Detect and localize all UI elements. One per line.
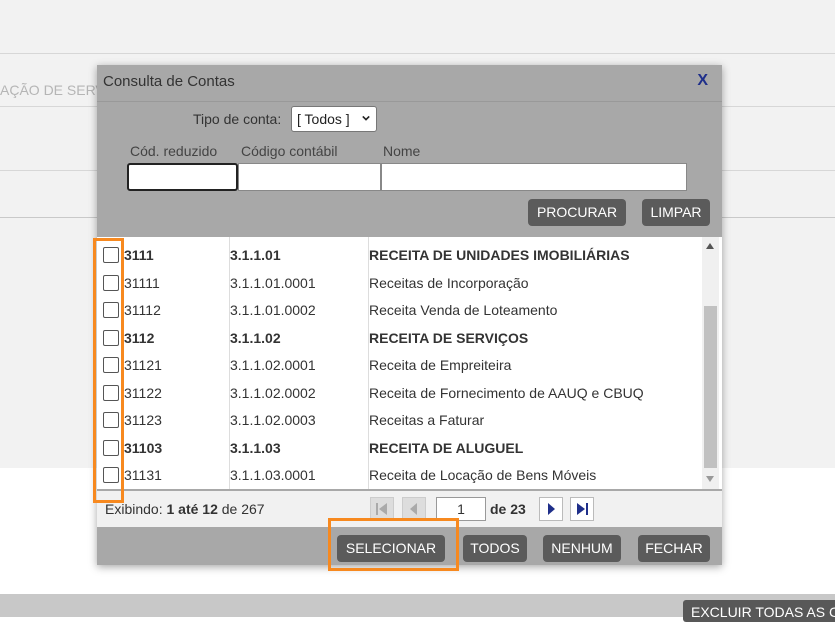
list-item[interactable]: 31122 3.1.1.02.0002 Receita de Forneciment… (97, 380, 697, 407)
row-checkbox[interactable] (103, 329, 119, 346)
search-button[interactable]: PROCURAR (528, 199, 626, 226)
first-page-button[interactable] (370, 497, 394, 521)
row-checkbox[interactable] (103, 302, 119, 318)
codigo-contabil-input[interactable] (238, 163, 381, 191)
divider (0, 53, 835, 54)
row-nome: Receitas de Incorporação (369, 274, 529, 291)
scroll-up-icon[interactable] (706, 243, 714, 249)
row-cod-reduzido: 31111 (124, 274, 160, 291)
row-codigo-contabil: 3.1.1.02.0002 (230, 384, 316, 401)
background-field-text: AÇÃO DE SERV (0, 82, 105, 98)
row-codigo-contabil: 3.1.1.03.0001 (230, 467, 316, 483)
row-codigo-contabil: 3.1.1.02.0003 (230, 412, 316, 428)
row-nome: Receita Venda de Loteamento (369, 302, 558, 318)
pagination-bar: Exibindo: 1 até 12 de 267 1 de 23 (97, 491, 722, 527)
codigo-contabil-label: Código contábil (241, 143, 338, 159)
prev-page-icon (410, 503, 417, 515)
close-icon[interactable]: X (697, 72, 708, 90)
last-page-button[interactable] (570, 497, 594, 521)
row-cod-reduzido: 3111 (124, 247, 154, 263)
row-nome: Receita de Empreiteira (369, 357, 512, 373)
next-page-icon (548, 503, 555, 515)
row-checkbox[interactable] (103, 247, 119, 263)
list-item[interactable]: 31103 3.1.1.03 RECEITA DE ALUGUEL (97, 435, 697, 462)
close-button[interactable]: FECHAR (638, 535, 710, 562)
account-lookup-dialog: Consulta de Contas X Tipo de conta: [ To… (97, 65, 722, 565)
select-none-button[interactable]: NENHUM (543, 535, 621, 562)
select-button[interactable]: SELECIONAR (337, 535, 445, 562)
row-checkbox[interactable] (103, 439, 119, 456)
page-count: de 23 (490, 501, 526, 517)
row-checkbox[interactable] (103, 384, 119, 401)
row-nome: RECEITA DE ALUGUEL (369, 439, 524, 456)
cod-reduzido-label: Cód. reduzido (130, 143, 218, 159)
records-summary: Exibindo: 1 até 12 de 267 (105, 501, 265, 517)
page-input[interactable]: 1 (436, 497, 486, 521)
row-nome: Receita de Locação de Bens Móveis (369, 467, 597, 483)
results-list: 3111 3.1.1.01 RECEITA DE UNIDADES IMOBILIÁ… (97, 237, 722, 489)
prev-page-button[interactable] (402, 497, 426, 521)
row-cod-reduzido: 31122 (124, 384, 162, 401)
row-checkbox[interactable] (103, 357, 119, 373)
dialog-title: Consulta de Contas (103, 73, 235, 90)
row-codigo-contabil: 3.1.1.02 (230, 329, 281, 346)
first-page-icon (376, 503, 387, 515)
row-checkbox[interactable] (103, 274, 119, 291)
row-cod-reduzido: 31123 (124, 412, 162, 428)
row-codigo-contabil: 3.1.1.01.0002 (230, 302, 316, 318)
account-type-select[interactable]: [ Todos ] (291, 106, 377, 132)
row-cod-reduzido: 31131 (124, 467, 162, 483)
list-item[interactable]: 31131 3.1.1.03.0001 Receita de Locação de … (97, 462, 697, 489)
last-page-icon (577, 503, 588, 515)
cod-reduzido-input[interactable] (127, 163, 238, 191)
scroll-down-icon[interactable] (706, 476, 714, 482)
row-codigo-contabil: 3.1.1.03 (230, 439, 281, 456)
row-codigo-contabil: 3.1.1.01 (230, 247, 281, 263)
row-nome: RECEITA DE UNIDADES IMOBILIÁRIAS (369, 247, 630, 263)
account-type-value: [ Todos ] (297, 111, 350, 127)
chevron-down-icon (362, 115, 370, 121)
select-all-button[interactable]: TODOS (463, 535, 527, 562)
list-item[interactable]: 3112 3.1.1.02 RECEITA DE SERVIÇOS (97, 325, 697, 352)
list-item[interactable]: 31121 3.1.1.02.0001 Receita de Empreiteira (97, 352, 697, 379)
row-cod-reduzido: 31112 (124, 302, 161, 318)
row-cod-reduzido: 31121 (124, 357, 162, 373)
nome-input[interactable] (381, 163, 687, 191)
scrollbar[interactable] (702, 237, 719, 489)
row-nome: RECEITA DE SERVIÇOS (369, 329, 529, 346)
scroll-thumb[interactable] (704, 306, 717, 468)
row-cod-reduzido: 3112 (124, 329, 155, 346)
list-item[interactable]: 3111 3.1.1.01 RECEITA DE UNIDADES IMOBILIÁ… (97, 242, 697, 269)
clear-button[interactable]: LIMPAR (642, 199, 710, 226)
delete-all-button[interactable]: EXCLUIR TODAS AS C (683, 600, 835, 622)
row-checkbox[interactable] (103, 467, 119, 483)
row-cod-reduzido: 31103 (124, 439, 163, 456)
nome-label: Nome (383, 143, 421, 159)
row-codigo-contabil: 3.1.1.02.0001 (230, 357, 316, 373)
list-item[interactable]: 31112 3.1.1.01.0002 Receita Venda de Lotea… (97, 297, 697, 324)
title-divider (97, 101, 722, 102)
row-checkbox[interactable] (103, 412, 119, 428)
row-nome: Receitas a Faturar (369, 412, 485, 428)
row-codigo-contabil: 3.1.1.01.0001 (230, 274, 316, 291)
account-type-label: Tipo de conta: (193, 111, 282, 127)
row-nome: Receita de Fornecimento de AAUQ e CBUQ (369, 384, 644, 401)
list-item[interactable]: 31111 3.1.1.01.0001 Receitas de Incorporaç… (97, 270, 697, 297)
list-item[interactable]: 31123 3.1.1.02.0003 Receitas a Faturar (97, 407, 697, 434)
next-page-button[interactable] (539, 497, 563, 521)
